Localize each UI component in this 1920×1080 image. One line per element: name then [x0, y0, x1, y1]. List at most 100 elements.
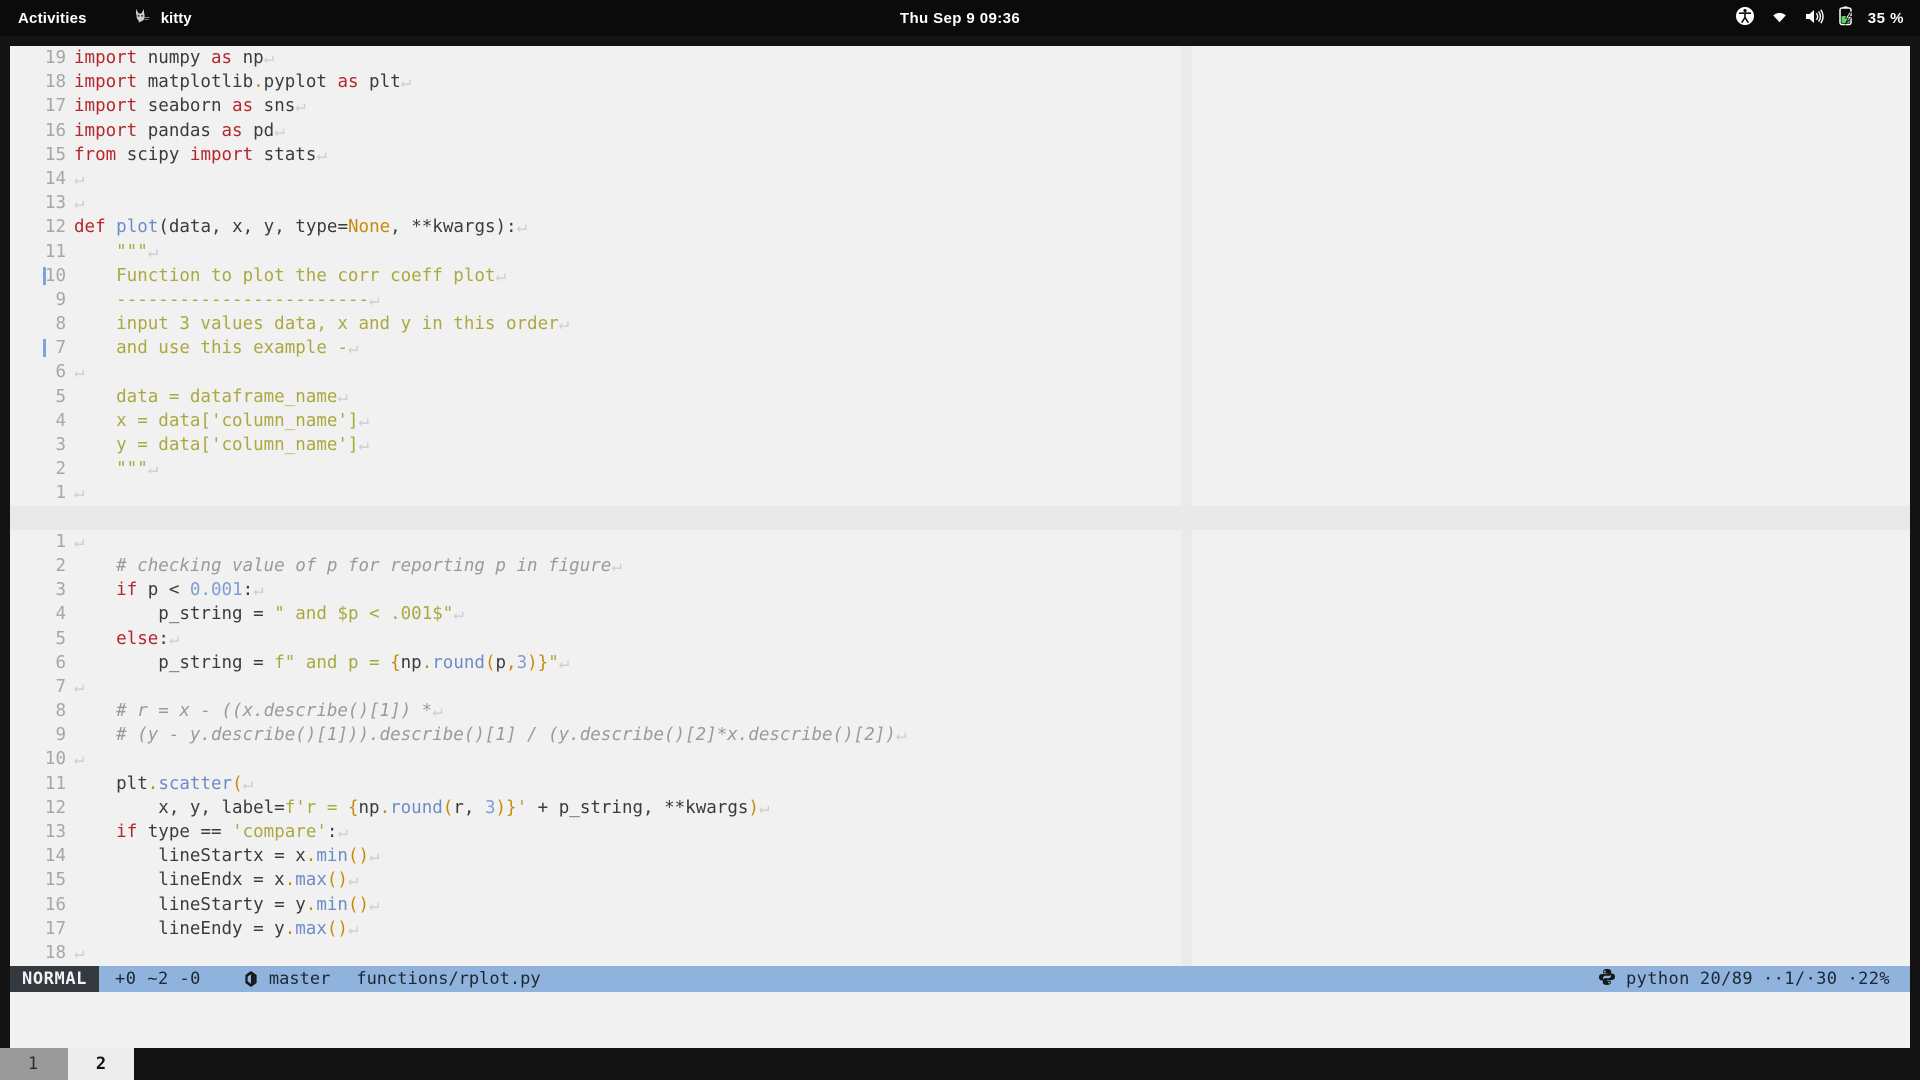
editor-line[interactable]: 9 ------------------------↵ [10, 288, 1182, 312]
code-token: stats [253, 144, 317, 165]
editor-line[interactable]: 19 import numpy as np↵ [10, 46, 1182, 70]
editor-line[interactable]: 17 lineEndy = y.max()↵ [10, 917, 1182, 941]
editor-line[interactable]: 14 ↵ [10, 167, 1182, 191]
editor-line[interactable]: 15 lineEndx = x.max()↵ [10, 868, 1182, 892]
editor-line[interactable]: 18 ↵ [10, 941, 1182, 965]
vim-statusline: NORMAL +0 ~2 -0 master functions/rplot.p… [10, 966, 1910, 992]
eol-marker: ↵ [558, 314, 570, 335]
eol-marker: ↵ [516, 217, 528, 238]
code-token: as [210, 48, 233, 68]
git-change-sign [43, 266, 46, 285]
editor-line[interactable]: 13 ↵ [10, 191, 1182, 215]
code-token: ' [516, 797, 528, 818]
battery-charging-icon[interactable] [1839, 6, 1854, 30]
eol-marker: ↵ [369, 289, 380, 310]
eol-marker: ↵ [347, 338, 359, 359]
editor-line[interactable]: 1 ↵ [10, 530, 1182, 554]
editor-line[interactable]: 6 p_string = f" and p = {np.round(p,3)}"… [10, 651, 1182, 675]
python-icon [1598, 968, 1616, 991]
editor-line[interactable]: 5 data = dataframe_name↵ [10, 385, 1182, 409]
volume-icon[interactable] [1804, 8, 1825, 29]
code-token: : [242, 580, 254, 601]
line-number: 2 [55, 555, 66, 576]
editor-line[interactable]: 1 ↵ [10, 481, 1182, 505]
editor-line[interactable]: 3 if p < 0.001:↵ [10, 578, 1182, 602]
eol-marker: ↵ [432, 701, 443, 722]
editor-line[interactable]: 17 import seaborn as sns↵ [10, 94, 1182, 118]
code-token: ): [495, 217, 517, 238]
kitty-tab-2[interactable]: 2 [68, 1048, 134, 1080]
editor-line[interactable]: 4 p_string = " and $p < .001$"↵ [10, 602, 1182, 626]
code-token: plt [358, 72, 401, 93]
code-token: = [337, 217, 348, 238]
code-token: . [147, 773, 159, 794]
statusline-filetype: python [1626, 969, 1690, 989]
editor-line[interactable]: 4 x = data['column_name']↵ [10, 409, 1182, 433]
line-number: 4 [55, 604, 66, 625]
editor-line[interactable]: 6 ↵ [10, 360, 1182, 384]
code-token: " [548, 652, 559, 673]
accessibility-icon[interactable] [1735, 6, 1755, 30]
code-token: . [284, 870, 296, 891]
editor-line[interactable]: 11 """↵ [10, 240, 1182, 264]
editor-line[interactable]: 18 import matplotlib.pyplot as plt↵ [10, 70, 1182, 94]
code-token: , **kwargs [390, 217, 496, 238]
editor-line[interactable]: 14 lineStartx = x.min()↵ [10, 844, 1182, 868]
code-token: import [74, 120, 138, 141]
editor-line[interactable]: 13 if type == 'compare':↵ [10, 820, 1182, 844]
editor-line[interactable]: 16 lineStarty = y.min()↵ [10, 893, 1182, 917]
editor-line[interactable]: 5 else:↵ [10, 627, 1182, 651]
eol-marker: ↵ [358, 410, 370, 431]
eol-marker: ↵ [274, 120, 285, 141]
code-token: () [326, 918, 348, 939]
kitty-tab-1[interactable]: 1 [0, 1048, 66, 1080]
eol-marker: ↵ [611, 555, 622, 576]
eol-marker: ↵ [453, 604, 464, 625]
eol-marker: ↵ [74, 942, 85, 963]
line-number: 9 [55, 289, 66, 310]
editor-line[interactable]: 8 # r = x - ((x.describe()[1]) *↵ [10, 699, 1182, 723]
wifi-icon[interactable] [1769, 8, 1790, 28]
code-token: plt [74, 773, 148, 794]
vim-command-line[interactable] [10, 992, 1910, 1048]
system-status-area[interactable]: 35 % [1735, 6, 1904, 30]
line-number: 11 [44, 241, 66, 262]
git-branch-icon [243, 970, 259, 988]
editor-line[interactable]: 16 import pandas as pd↵ [10, 119, 1182, 143]
editor-line-current[interactable]: 20 r, p = stats.pearsonr(x,y)↵ [10, 505, 1910, 530]
editor-line[interactable]: 12 x, y, label=f'r = {np.round(r, 3)}' +… [10, 796, 1182, 820]
editor-line[interactable]: 12 def plot(data, x, y, type=None, **kwar… [10, 215, 1182, 239]
editor-code-pane[interactable]: 19 import numpy as np↵ 18 import matplotlib… [10, 46, 1910, 966]
code-token: p_string = [74, 652, 275, 673]
code-token: scatter [158, 773, 233, 794]
gnome-top-bar: Activities kitty Thu Sep 9 09:36 35 % [0, 0, 1920, 36]
editor-line[interactable]: 10 Function to plot the corr coeff plot↵ [10, 264, 1182, 288]
code-token: max [295, 918, 327, 939]
code-token: round [390, 797, 443, 818]
kitty-tab-bar[interactable]: 12 [0, 1048, 1920, 1080]
editor-line[interactable]: 2 # checking value of p for reporting p … [10, 554, 1182, 578]
code-token: as [221, 120, 243, 141]
clock[interactable]: Thu Sep 9 09:36 [0, 10, 1920, 27]
eol-marker: ↵ [337, 386, 348, 407]
editor-line[interactable]: 9 # (y - y.describe()[1])).describe()[1]… [10, 723, 1182, 747]
eol-marker: ↵ [147, 459, 159, 480]
line-number: 11 [44, 773, 66, 794]
editor-line[interactable]: 10 ↵ [10, 747, 1182, 771]
editor-line[interactable]: 7 and use this example -↵ [10, 336, 1182, 360]
line-number: 16 [44, 894, 66, 915]
code-token: min [316, 894, 348, 915]
neovim-editor[interactable]: 19 import numpy as np↵ 18 import matplotlib… [10, 46, 1910, 966]
code-token: p_string = [74, 604, 275, 625]
line-number: 10 [44, 749, 66, 770]
editor-line[interactable]: 8 input 3 values data, x and y in this o… [10, 312, 1182, 336]
editor-line[interactable]: 11 plt.scatter(↵ [10, 772, 1182, 796]
editor-line[interactable]: 3 y = data['column_name']↵ [10, 433, 1182, 457]
line-number: 15 [44, 870, 66, 891]
editor-line[interactable]: 2 """↵ [10, 457, 1182, 481]
editor-line[interactable]: 15 from scipy import stats↵ [10, 143, 1182, 167]
eol-marker: ↵ [400, 72, 412, 93]
editor-line[interactable]: 7 ↵ [10, 675, 1182, 699]
code-token: lineStarty = y [74, 894, 306, 915]
